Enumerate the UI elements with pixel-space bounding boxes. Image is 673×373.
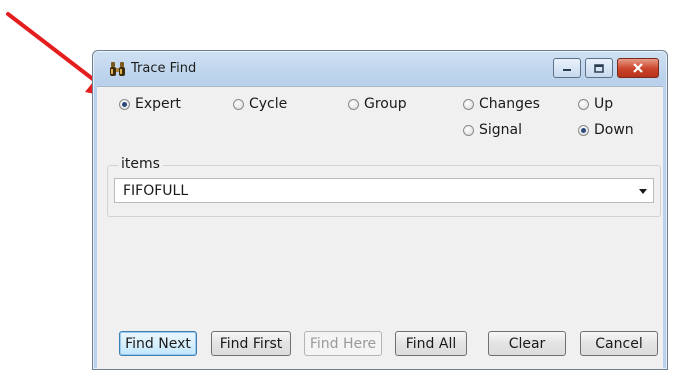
radio-indicator bbox=[463, 98, 474, 110]
items-groupbox: items FIFOFULL bbox=[107, 156, 661, 217]
close-icon bbox=[633, 63, 643, 73]
window-title: Trace Find bbox=[131, 61, 197, 76]
radio-label: Cycle bbox=[249, 96, 288, 112]
title-bar[interactable]: Trace Find bbox=[93, 51, 667, 85]
clear-button[interactable]: Clear bbox=[488, 331, 566, 356]
radio-indicator bbox=[578, 124, 589, 136]
binoculars-icon bbox=[110, 62, 125, 76]
trace-find-dialog: Trace Find Expert Cycle Group Changes Si… bbox=[92, 50, 668, 370]
find-here-button[interactable]: Find Here bbox=[304, 331, 382, 356]
radio-indicator bbox=[463, 124, 474, 136]
radio-expert[interactable]: Expert bbox=[119, 96, 181, 112]
items-group-label: items bbox=[118, 156, 163, 172]
find-first-button[interactable]: Find First bbox=[211, 331, 291, 356]
radio-indicator bbox=[578, 98, 589, 110]
radio-down[interactable]: Down bbox=[578, 122, 634, 138]
close-button[interactable] bbox=[617, 58, 659, 78]
cancel-button[interactable]: Cancel bbox=[580, 331, 658, 356]
radio-indicator bbox=[348, 98, 359, 110]
items-dropdown[interactable]: FIFOFULL bbox=[114, 178, 654, 203]
maximize-button[interactable] bbox=[585, 58, 613, 78]
radio-label: Down bbox=[594, 122, 634, 138]
dialog-client-area: Expert Cycle Group Changes Signal Up Dow… bbox=[97, 86, 663, 369]
radio-signal[interactable]: Signal bbox=[463, 122, 522, 138]
radio-cycle[interactable]: Cycle bbox=[233, 96, 287, 112]
minimize-icon bbox=[563, 69, 571, 71]
find-all-button[interactable]: Find All bbox=[395, 331, 467, 356]
minimize-button[interactable] bbox=[553, 58, 581, 78]
radio-label: Changes bbox=[479, 96, 540, 112]
radio-indicator bbox=[119, 98, 130, 110]
items-dropdown-value: FIFOFULL bbox=[123, 183, 189, 199]
radio-label: Expert bbox=[135, 96, 181, 112]
radio-group[interactable]: Group bbox=[348, 96, 407, 112]
radio-label: Up bbox=[594, 96, 614, 112]
window-controls bbox=[553, 58, 659, 78]
radio-changes[interactable]: Changes bbox=[463, 96, 540, 112]
radio-up[interactable]: Up bbox=[578, 96, 613, 112]
find-next-button[interactable]: Find Next bbox=[119, 331, 197, 356]
maximize-icon bbox=[594, 63, 604, 73]
radio-label: Group bbox=[364, 96, 407, 112]
chevron-down-icon bbox=[639, 189, 647, 194]
radio-indicator bbox=[233, 98, 244, 110]
screenshot-canvas: Trace Find Expert Cycle Group Changes Si… bbox=[0, 0, 673, 373]
radio-label: Signal bbox=[479, 122, 523, 138]
